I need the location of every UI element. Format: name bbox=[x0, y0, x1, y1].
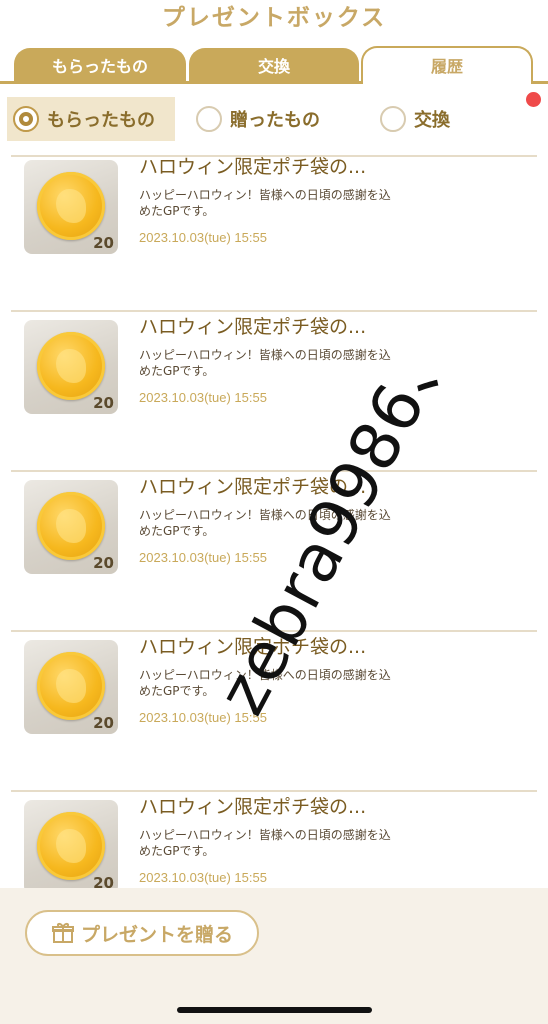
item-title: ハロウィン限定ポチ袋の... bbox=[139, 316, 367, 338]
coin-thumbnail: 20 bbox=[24, 640, 118, 734]
item-description: ハッピーハロウィン！皆様への日頃の感謝を込めたGPです。 bbox=[139, 348, 391, 378]
item-count: 20 bbox=[93, 874, 114, 888]
item-title: ハロウィン限定ポチ袋の... bbox=[139, 636, 367, 658]
item-date: 2023.10.03(tue) 15:55 bbox=[139, 870, 267, 885]
item-date: 2023.10.03(tue) 15:55 bbox=[139, 710, 267, 725]
item-date: 2023.10.03(tue) 15:55 bbox=[139, 230, 267, 245]
item-title: ハロウィン限定ポチ袋の... bbox=[139, 476, 367, 498]
item-title: ハロウィン限定ポチ袋の... bbox=[139, 156, 367, 178]
tab-history[interactable]: 履歴 bbox=[361, 46, 533, 84]
send-present-label: プレゼントを贈る bbox=[80, 923, 233, 946]
tab-exchange[interactable]: 交換 bbox=[189, 48, 359, 84]
item-date: 2023.10.03(tue) 15:55 bbox=[139, 550, 267, 565]
item-count: 20 bbox=[93, 554, 114, 572]
gold-coin-icon bbox=[37, 652, 105, 720]
item-description: ハッピーハロウィン！皆様への日頃の感謝を込めたGPです。 bbox=[139, 508, 391, 538]
coin-thumbnail: 20 bbox=[24, 320, 118, 414]
item-count: 20 bbox=[93, 714, 114, 732]
item-description: ハッピーハロウィン！皆様への日頃の感謝を込めたGPです。 bbox=[139, 188, 391, 218]
gift-icon bbox=[51, 923, 74, 943]
filter-exchange[interactable]: 交換 bbox=[374, 97, 494, 141]
coin-thumbnail: 20 bbox=[24, 800, 118, 888]
home-indicator[interactable] bbox=[177, 1007, 372, 1013]
filter-exchange-label: 交換 bbox=[414, 110, 450, 131]
list-item[interactable]: 20 ハロウィン限定ポチ袋の... ハッピーハロウィン！皆様への日頃の感謝を込め… bbox=[11, 155, 537, 312]
filter-sent-label: 贈ったもの bbox=[230, 110, 320, 131]
list-item[interactable]: 20 ハロウィン限定ポチ袋の... ハッピーハロウィン！皆様への日頃の感謝を込め… bbox=[11, 792, 537, 888]
radio-unselected-icon[interactable] bbox=[196, 106, 222, 132]
send-present-button[interactable]: プレゼントを贈る bbox=[25, 910, 259, 956]
tab-bar: もらったもの 交換 履歴 bbox=[0, 44, 548, 84]
list-item[interactable]: 20 ハロウィン限定ポチ袋の... ハッピーハロウィン！皆様への日頃の感謝を込め… bbox=[11, 632, 537, 792]
item-date: 2023.10.03(tue) 15:55 bbox=[139, 390, 267, 405]
gold-coin-icon bbox=[37, 492, 105, 560]
filter-radio-group: もらったもの 贈ったもの 交換 bbox=[0, 97, 548, 143]
filter-received-label: もらったもの bbox=[47, 110, 155, 131]
filter-received[interactable]: もらったもの bbox=[7, 97, 175, 141]
radio-unselected-icon[interactable] bbox=[380, 106, 406, 132]
radio-selected-icon[interactable] bbox=[13, 106, 39, 132]
gold-coin-icon bbox=[37, 812, 105, 880]
coin-thumbnail: 20 bbox=[24, 480, 118, 574]
gold-coin-icon bbox=[37, 172, 105, 240]
list-item[interactable]: 20 ハロウィン限定ポチ袋の... ハッピーハロウィン！皆様への日頃の感謝を込め… bbox=[11, 312, 537, 472]
item-count: 20 bbox=[93, 234, 114, 252]
history-list[interactable]: 20 ハロウィン限定ポチ袋の... ハッピーハロウィン！皆様への日頃の感謝を込め… bbox=[0, 155, 548, 888]
item-description: ハッピーハロウィン！皆様への日頃の感謝を込めたGPです。 bbox=[139, 828, 391, 858]
coin-thumbnail: 20 bbox=[24, 160, 118, 254]
filter-sent[interactable]: 贈ったもの bbox=[190, 97, 350, 141]
item-title: ハロウィン限定ポチ袋の... bbox=[139, 796, 367, 818]
gold-coin-icon bbox=[37, 332, 105, 400]
item-description: ハッピーハロウィン！皆様への日頃の感謝を込めたGPです。 bbox=[139, 668, 391, 698]
tab-received[interactable]: もらったもの bbox=[14, 48, 186, 84]
page-title: プレゼントボックス bbox=[161, 5, 387, 31]
footer-bar: プレゼントを贈る bbox=[0, 888, 548, 1024]
item-count: 20 bbox=[93, 394, 114, 412]
list-item[interactable]: 20 ハロウィン限定ポチ袋の... ハッピーハロウィン！皆様への日頃の感謝を込め… bbox=[11, 472, 537, 632]
